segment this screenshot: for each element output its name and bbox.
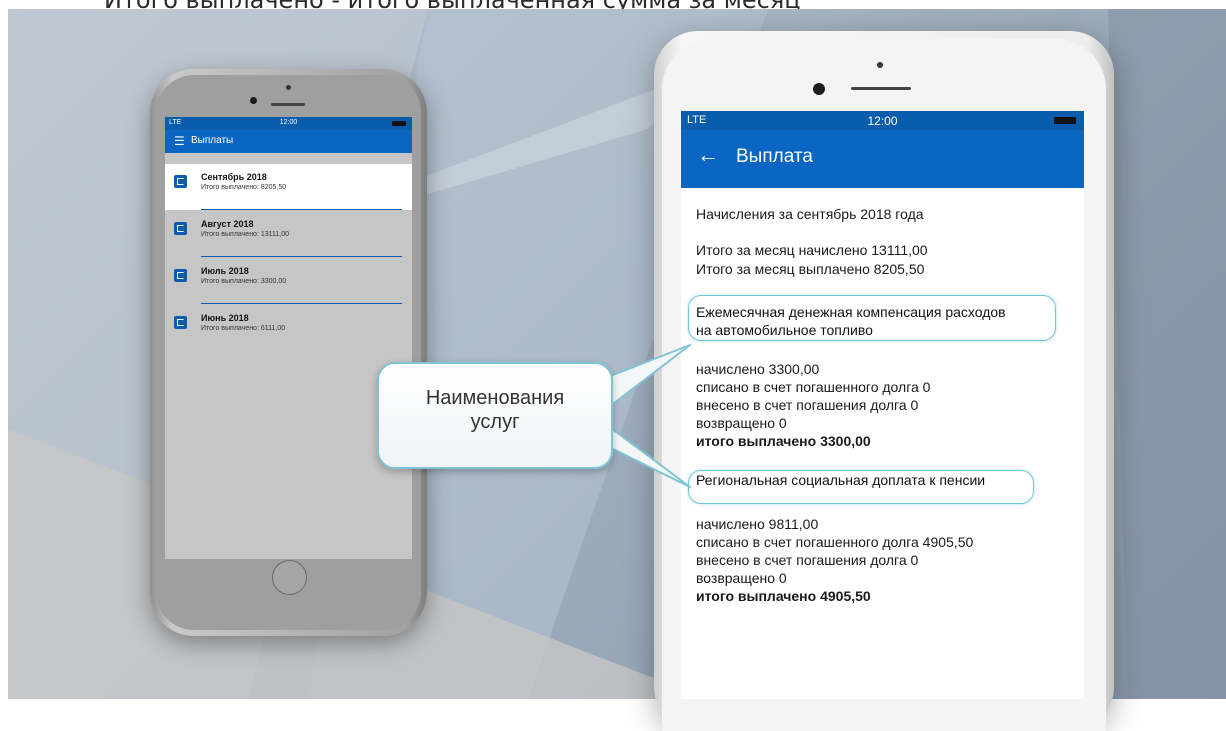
service-written-off: списано в счет погашенного долга 0 bbox=[696, 379, 931, 395]
service-written-off: списано в счет погашенного долга 4905,50 bbox=[696, 534, 974, 550]
home-button[interactable] bbox=[272, 560, 307, 595]
app-title: Выплата bbox=[736, 146, 813, 167]
payment-icon bbox=[174, 175, 187, 188]
payment-icon bbox=[174, 222, 187, 235]
payment-item[interactable]: Сентябрь 2018 Итого выплачено: 8205,50 bbox=[165, 164, 412, 210]
payment-subtitle: Итого выплачено: 3300,00 bbox=[201, 278, 287, 285]
status-time: 12:00 bbox=[867, 114, 898, 128]
app-title: Выплаты bbox=[191, 135, 234, 146]
back-arrow-icon[interactable]: ← bbox=[697, 144, 719, 166]
right-camera bbox=[813, 83, 825, 95]
left-sensor bbox=[286, 85, 291, 90]
right-sensor bbox=[877, 62, 883, 68]
battery-icon bbox=[1054, 117, 1076, 124]
service-total: итого выплачено 4905,50 bbox=[696, 588, 871, 604]
left-screen: LTE 12:00 ☰ Выплаты Сентябрь 2018 Итого … bbox=[165, 117, 412, 559]
payment-title: Август 2018 bbox=[201, 219, 254, 229]
right-status-bar: LTE 12:00 bbox=[681, 111, 1084, 130]
total-paid: Итого за месяц выплачено 8205,50 bbox=[696, 261, 925, 277]
payment-icon bbox=[174, 269, 187, 282]
callout-line1: Наименования bbox=[425, 387, 565, 409]
left-speaker bbox=[271, 103, 305, 106]
payment-subtitle: Итого выплачено: 8205,50 bbox=[201, 184, 287, 191]
payment-icon bbox=[174, 316, 187, 329]
left-camera bbox=[250, 97, 257, 104]
payment-detail: Начисления за сентябрь 2018 года Итого з… bbox=[681, 188, 1084, 699]
payment-title: Июнь 2018 bbox=[201, 313, 249, 323]
left-app-bar: ☰ Выплаты bbox=[165, 130, 412, 153]
callout-line2: услуг bbox=[470, 411, 520, 433]
payment-title: Сентябрь 2018 bbox=[201, 172, 267, 182]
service-deposited: внесено в счет погашения долга 0 bbox=[696, 552, 919, 568]
payment-title: Июль 2018 bbox=[201, 266, 249, 276]
service-accrued: начислено 9811,00 bbox=[696, 516, 819, 532]
battery-icon bbox=[392, 121, 406, 126]
service-returned: возвращено 0 bbox=[696, 415, 787, 431]
payment-subtitle: Итого выплачено: 13111,00 bbox=[201, 231, 289, 238]
right-speaker bbox=[851, 87, 911, 90]
payment-item[interactable]: Июль 2018 Итого выплачено: 3300,00 bbox=[165, 258, 412, 304]
service-deposited: внесено в счет погашения долга 0 bbox=[696, 397, 919, 413]
callout-bubble: Наименования услуг bbox=[377, 362, 613, 469]
payment-item[interactable]: Август 2018 Итого выплачено: 13111,00 bbox=[165, 211, 412, 257]
service-highlight bbox=[688, 295, 1056, 341]
divider bbox=[201, 303, 402, 304]
right-app-bar: ← Выплата bbox=[681, 130, 1084, 188]
signal-indicator: LTE bbox=[687, 114, 707, 126]
detail-heading: Начисления за сентябрь 2018 года bbox=[696, 206, 924, 222]
service-returned: возвращено 0 bbox=[696, 570, 787, 586]
divider bbox=[201, 256, 402, 257]
signal-indicator: LTE bbox=[169, 119, 182, 126]
total-accrued: Итого за месяц начислено 13111,00 bbox=[696, 242, 928, 258]
status-time: 12:00 bbox=[279, 119, 298, 126]
left-status-bar: LTE 12:00 bbox=[165, 117, 412, 130]
payment-item[interactable]: Июнь 2018 Итого выплачено: 6111,00 bbox=[165, 305, 412, 351]
service-highlight bbox=[688, 470, 1034, 504]
hamburger-icon[interactable]: ☰ bbox=[174, 135, 185, 147]
service-accrued: начислено 3300,00 bbox=[696, 361, 820, 377]
payment-subtitle: Итого выплачено: 6111,00 bbox=[201, 325, 286, 332]
service-total: итого выплачено 3300,00 bbox=[696, 433, 871, 449]
right-screen: LTE 12:00 ← Выплата Начисления за сентяб… bbox=[681, 111, 1084, 699]
divider bbox=[201, 209, 402, 210]
